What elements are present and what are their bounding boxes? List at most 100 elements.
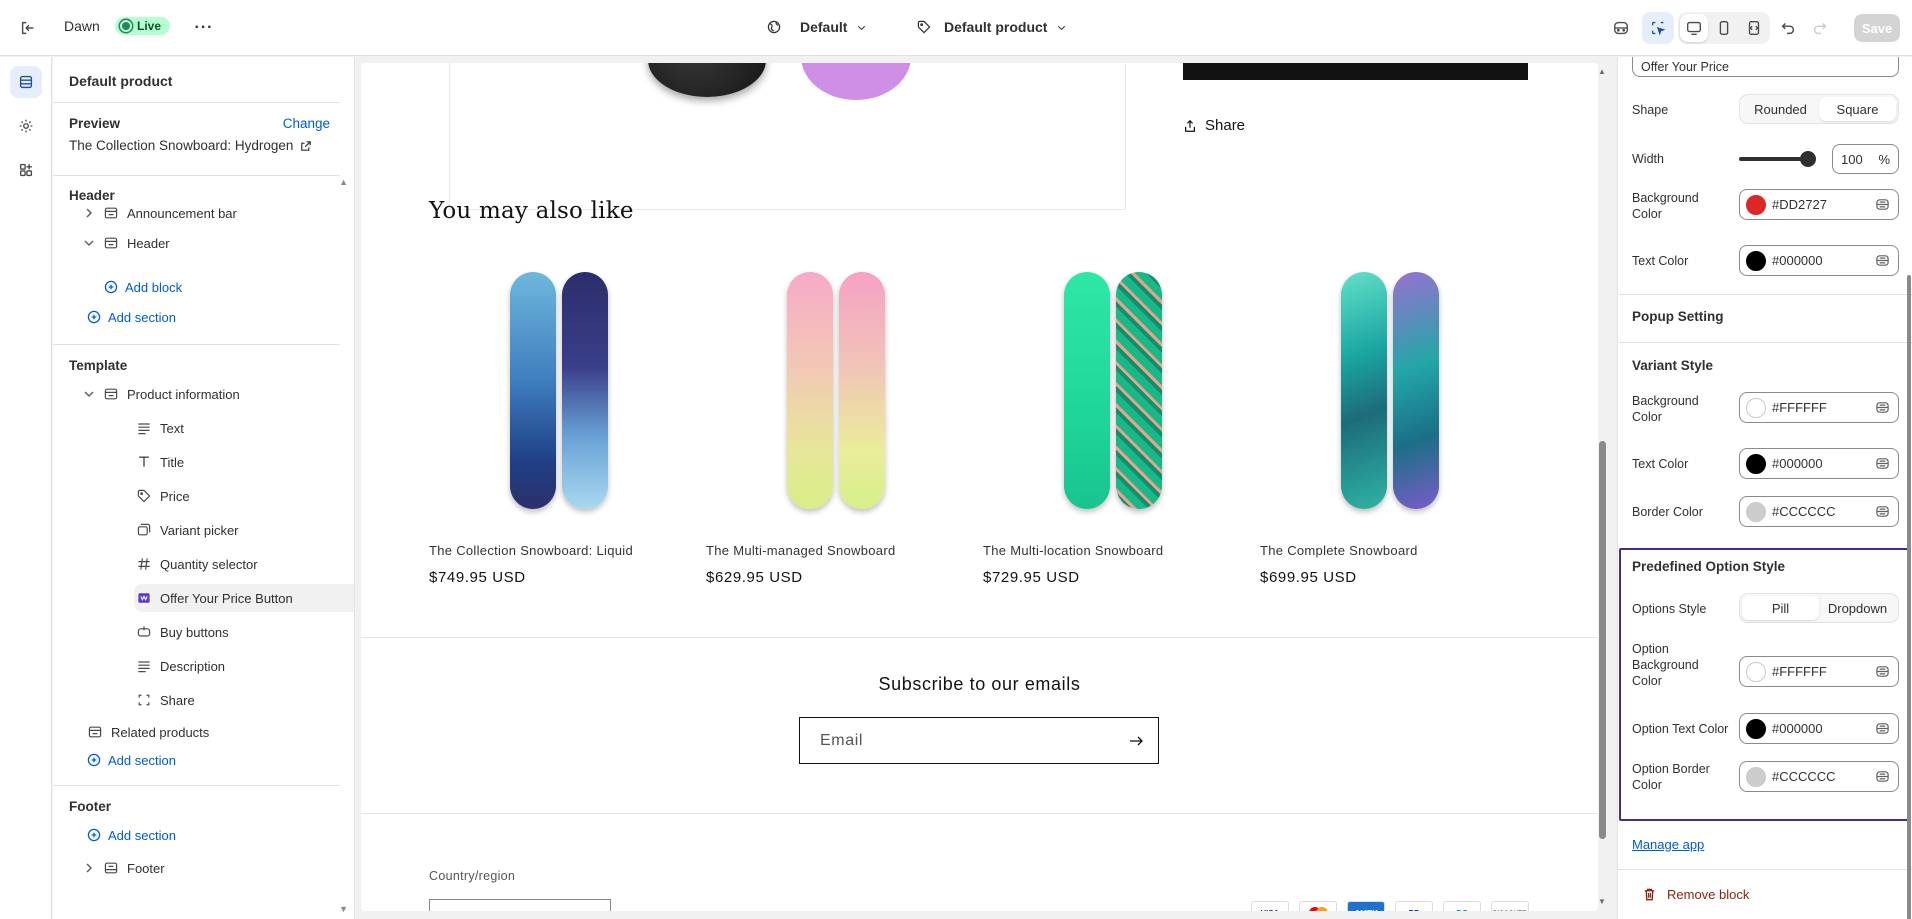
block-price[interactable]: Price: [134, 482, 354, 510]
color-swatch[interactable]: [1746, 718, 1766, 739]
button-text-input[interactable]: Offer Your Price: [1632, 57, 1899, 77]
width-number-input[interactable]: 100%: [1832, 144, 1899, 174]
variant-background-color-field[interactable]: #FFFFFF: [1739, 392, 1899, 423]
database-icon[interactable]: [1605, 12, 1637, 44]
preview-product[interactable]: The Collection Snowboard: Hydrogen: [69, 138, 313, 153]
chevron-down-icon[interactable]: [81, 235, 97, 251]
slider-handle[interactable]: [1800, 151, 1816, 167]
template-selector[interactable]: Default product: [916, 19, 1068, 35]
share-button[interactable]: Share: [1183, 117, 1245, 134]
scroll-down-arrow-icon[interactable]: ▼: [1598, 897, 1606, 906]
dynamic-source-icon[interactable]: [1875, 504, 1890, 519]
scroll-up-arrow-icon[interactable]: ▲: [1598, 67, 1606, 76]
block-buy-buttons[interactable]: Buy buttons: [134, 618, 354, 646]
change-preview-link[interactable]: Change: [283, 116, 330, 131]
block-description[interactable]: Description: [134, 652, 354, 680]
redo-icon[interactable]: [1804, 12, 1836, 44]
block-share[interactable]: Share: [134, 686, 354, 714]
block-offer-your-price-button[interactable]: Offer Your Price Button: [134, 584, 354, 612]
add-section-button[interactable]: Add section: [86, 752, 176, 768]
product-thumbnail-image[interactable]: [648, 63, 766, 97]
color-swatch[interactable]: [1746, 501, 1766, 522]
product-image[interactable]: [429, 270, 679, 522]
sections-icon[interactable]: [10, 66, 42, 98]
product-name[interactable]: The Multi-location Snowboard: [983, 543, 1163, 558]
dynamic-source-icon[interactable]: [1875, 769, 1890, 784]
buy-button-bar[interactable]: [1183, 63, 1528, 80]
options-style-dropdown[interactable]: Dropdown: [1819, 596, 1896, 620]
product-card[interactable]: The Multi-managed Snowboard $629.95 USD: [706, 270, 956, 586]
product-card[interactable]: The Collection Snowboard: Liquid $749.95…: [429, 270, 679, 586]
scroll-down-arrow-icon[interactable]: ▼: [339, 904, 348, 914]
scrollbar-thumb[interactable]: [1599, 441, 1606, 839]
desktop-view-icon[interactable]: [1680, 14, 1708, 42]
scrollbar-thumb[interactable]: [1907, 275, 1911, 919]
product-card[interactable]: The Multi-location Snowboard $729.95 USD: [983, 270, 1233, 586]
product-name[interactable]: The Complete Snowboard: [1260, 543, 1418, 558]
dynamic-source-icon[interactable]: [1875, 721, 1890, 736]
block-title[interactable]: Title: [134, 448, 354, 476]
dynamic-source-icon[interactable]: [1875, 456, 1890, 471]
block-text[interactable]: Text: [134, 414, 354, 442]
app-embeds-icon[interactable]: [10, 154, 42, 186]
save-button[interactable]: Save: [1854, 14, 1900, 42]
text-color-field[interactable]: #000000: [1739, 245, 1899, 276]
variant-text-color-field[interactable]: #000000: [1739, 448, 1899, 479]
product-name[interactable]: The Multi-managed Snowboard: [706, 543, 895, 558]
shape-option-square[interactable]: Square: [1819, 97, 1896, 121]
product-image[interactable]: [1260, 270, 1510, 522]
settings-scrollbar[interactable]: [1906, 57, 1912, 919]
color-swatch[interactable]: [1746, 453, 1766, 474]
remove-block-button[interactable]: Remove block: [1642, 887, 1749, 902]
preview-scrollbar[interactable]: ▲ ▼: [1597, 63, 1607, 911]
product-thumbnail-image[interactable]: [801, 63, 911, 100]
dynamic-source-icon[interactable]: [1875, 400, 1890, 415]
product-image[interactable]: [706, 270, 956, 522]
theme-settings-icon[interactable]: [10, 110, 42, 142]
product-card[interactable]: The Complete Snowboard $699.95 USD: [1260, 270, 1510, 586]
add-block-button[interactable]: Add block: [103, 279, 182, 295]
option-background-color-field[interactable]: #FFFFFF: [1739, 656, 1899, 687]
chevron-right-icon[interactable]: [81, 205, 97, 221]
add-section-button[interactable]: Add section: [86, 827, 176, 843]
scroll-up-arrow-icon[interactable]: ▲: [339, 177, 348, 187]
more-actions-button[interactable]: ···: [188, 12, 220, 44]
product-image[interactable]: [983, 270, 1233, 522]
chevron-right-icon[interactable]: [81, 860, 97, 876]
fullscreen-view-icon[interactable]: [1740, 14, 1768, 42]
option-text-color-field[interactable]: #000000: [1739, 713, 1899, 744]
width-slider[interactable]: [1739, 151, 1816, 167]
chevron-down-icon[interactable]: [81, 386, 97, 402]
arrow-right-icon[interactable]: [1128, 733, 1144, 749]
section-footer[interactable]: Footer: [81, 854, 331, 882]
options-style-pill[interactable]: Pill: [1742, 596, 1819, 620]
section-related-products[interactable]: Related products: [85, 718, 335, 746]
section-header[interactable]: Header: [81, 229, 331, 257]
option-border-color-field[interactable]: #CCCCCC: [1739, 761, 1899, 792]
exit-icon[interactable]: [12, 12, 44, 44]
color-swatch[interactable]: [1746, 766, 1766, 787]
block-quantity-selector[interactable]: Quantity selector: [134, 550, 354, 578]
add-section-button[interactable]: Add section: [86, 309, 176, 325]
undo-icon[interactable]: [1772, 12, 1804, 44]
dynamic-source-icon[interactable]: [1875, 197, 1890, 212]
section-product-information[interactable]: Product information: [81, 380, 331, 408]
mobile-view-icon[interactable]: [1710, 14, 1738, 42]
color-swatch[interactable]: [1746, 397, 1766, 418]
color-swatch[interactable]: [1746, 661, 1766, 682]
background-color-field[interactable]: #DD2727: [1739, 189, 1899, 220]
newsletter-email-input[interactable]: Email: [799, 717, 1159, 764]
dynamic-source-icon[interactable]: [1875, 253, 1890, 268]
color-swatch[interactable]: [1746, 250, 1766, 271]
country-region-select[interactable]: [429, 899, 611, 911]
block-variant-picker[interactable]: Variant picker: [134, 516, 354, 544]
manage-app-link[interactable]: Manage app: [1632, 837, 1704, 852]
product-name[interactable]: The Collection Snowboard: Liquid: [429, 543, 633, 558]
dynamic-source-icon[interactable]: [1875, 664, 1890, 679]
variant-border-color-field[interactable]: #CCCCCC: [1739, 496, 1899, 527]
shape-option-rounded[interactable]: Rounded: [1742, 97, 1819, 121]
section-announcement-bar[interactable]: Announcement bar: [81, 199, 331, 227]
context-selector[interactable]: Default: [766, 19, 868, 35]
inspector-icon[interactable]: [1642, 12, 1674, 44]
color-swatch[interactable]: [1746, 194, 1766, 215]
